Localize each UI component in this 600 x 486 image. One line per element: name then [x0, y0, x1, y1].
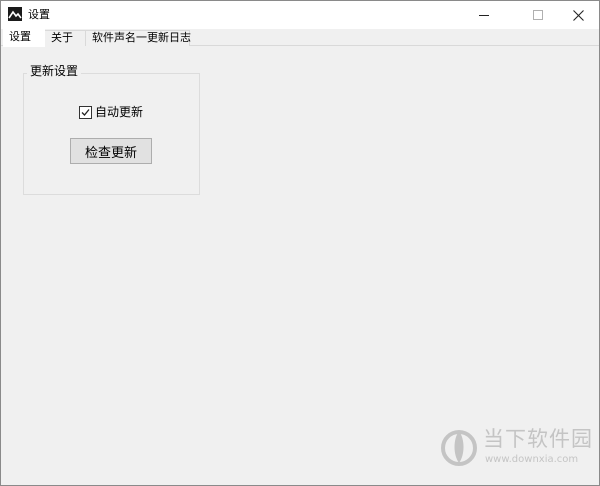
tab-settings[interactable]: 设置: [3, 29, 45, 47]
window-title: 设置: [28, 8, 50, 21]
settings-window: 设置 设置 关于 软件声名一更新日志 更新设置 自动更新 检查更新 当下软件园 …: [0, 0, 600, 486]
group-title: 更新设置: [27, 64, 82, 79]
tab-changelog[interactable]: 软件声名一更新日志: [85, 30, 191, 46]
title-bar[interactable]: 设置: [1, 1, 599, 29]
checkmark-icon: [81, 108, 90, 116]
maximize-icon: [533, 10, 543, 20]
app-image-icon: [8, 7, 22, 21]
tab-about[interactable]: 关于: [44, 30, 86, 46]
watermark-logo-icon: [441, 430, 477, 466]
watermark-url: www.downxia.com: [485, 454, 579, 465]
watermark-name: 当下软件园: [483, 427, 593, 451]
auto-update-label[interactable]: 自动更新: [95, 105, 143, 119]
update-settings-group: [23, 73, 200, 195]
close-button[interactable]: [555, 1, 600, 29]
auto-update-option[interactable]: 自动更新: [79, 105, 143, 119]
watermark: 当下软件园 www.downxia.com: [437, 425, 592, 469]
minimize-button[interactable]: [461, 1, 507, 29]
auto-update-checkbox[interactable]: [79, 105, 92, 119]
minimize-icon: [479, 15, 489, 16]
check-update-button[interactable]: 检查更新: [70, 138, 152, 164]
close-icon: [572, 9, 584, 21]
tab-strip: 设置 关于 软件声名一更新日志: [1, 29, 599, 47]
